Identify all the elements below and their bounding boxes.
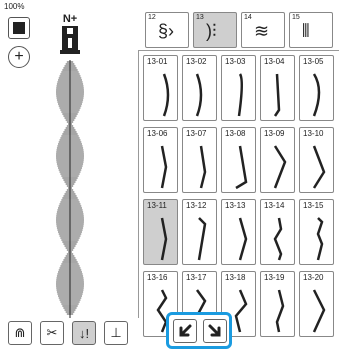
scroll-down-left-button[interactable] xyxy=(173,319,197,343)
pattern-cell-13-13[interactable]: 13-13 xyxy=(221,199,256,265)
pattern-cell-13-15[interactable]: 13-15 xyxy=(299,199,334,265)
pattern-cell-13-05[interactable]: 13-05 xyxy=(299,55,334,121)
pattern-cell-13-10[interactable]: 13-10 xyxy=(299,127,334,193)
thread-color-button[interactable] xyxy=(8,17,30,39)
pattern-code: 13-11 xyxy=(147,201,167,210)
tab-12[interactable]: 12 §› xyxy=(145,12,189,48)
pattern-code: 13-18 xyxy=(225,273,246,282)
pattern-category-tabs: 12 §› 13 )⫶ 14 ≋ 15 ⫴ xyxy=(141,12,339,50)
stitch-pattern-icon xyxy=(235,145,248,190)
stitch-pattern-icon xyxy=(273,217,283,261)
stitch-pattern-icon xyxy=(160,145,168,189)
color-swatch-icon xyxy=(13,22,25,34)
pattern-code: 13-09 xyxy=(264,129,285,138)
stitch-pattern-icon xyxy=(312,73,321,117)
presser-foot-icon: N+ xyxy=(57,12,83,58)
stitch-pattern-icon xyxy=(162,73,170,117)
stitch-pattern-icon xyxy=(237,73,243,117)
reverse-button[interactable]: ⋒ xyxy=(8,321,32,345)
stitch-pattern-icon xyxy=(275,289,285,333)
pattern-code: 13-20 xyxy=(303,273,324,282)
foot-label: N+ xyxy=(63,13,77,25)
pattern-cell-13-02[interactable]: 13-02 xyxy=(182,55,217,121)
pattern-code: 13-13 xyxy=(225,201,246,210)
pattern-code: 13-17 xyxy=(186,273,207,282)
pattern-code: 13-10 xyxy=(303,129,324,138)
pattern-code: 13-14 xyxy=(264,201,285,210)
pattern-code: 13-06 xyxy=(147,129,168,138)
tab-pattern-icon: ≋ xyxy=(254,21,270,41)
twin-needle-button[interactable]: ⊥ xyxy=(104,321,128,345)
pattern-grid: 13-01 13-02 13-03 13-04 13-05 13-06 13-07 13-08… xyxy=(138,50,339,337)
zoom-in-button[interactable]: + xyxy=(8,46,30,68)
pattern-cell-13-09[interactable]: 13-09 xyxy=(260,127,295,193)
pattern-code: 13-05 xyxy=(303,57,324,66)
tab-number: 14 xyxy=(244,14,252,21)
pattern-code: 13-15 xyxy=(303,201,324,210)
tab-number: 15 xyxy=(292,14,300,21)
tab-13[interactable]: 13 )⫶ xyxy=(193,12,237,48)
stitch-pattern-icon xyxy=(312,145,326,189)
scroll-down-right-button[interactable] xyxy=(203,319,227,343)
tab-pattern-icon: §› xyxy=(158,21,175,41)
pattern-cell-13-03[interactable]: 13-03 xyxy=(221,55,256,121)
pattern-cell-13-01[interactable]: 13-01 xyxy=(143,55,178,121)
pattern-cell-13-04[interactable]: 13-04 xyxy=(260,55,295,121)
pattern-cell-13-19[interactable]: 13-19 xyxy=(260,271,295,337)
tab-number: 13 xyxy=(196,14,204,21)
tab-14[interactable]: 14 ≋ xyxy=(241,12,285,48)
stitch-pattern-icon xyxy=(199,145,207,189)
tab-number: 12 xyxy=(148,14,156,21)
stitch-pattern-icon xyxy=(238,217,248,261)
pattern-cell-13-06[interactable]: 13-06 xyxy=(143,127,178,193)
stitch-preview xyxy=(56,60,84,318)
pattern-code: 13-08 xyxy=(225,129,246,138)
pattern-cell-13-11[interactable]: 13-11 xyxy=(143,199,178,265)
stitch-pattern-icon xyxy=(160,217,168,261)
tab-pattern-icon: )⫶ xyxy=(206,21,217,41)
stitch-pattern-icon xyxy=(312,289,326,333)
scissors-button[interactable]: ✂ xyxy=(40,321,64,345)
pattern-code: 13-03 xyxy=(225,57,246,66)
pattern-code: 13-01 xyxy=(147,57,168,66)
pattern-code: 13-19 xyxy=(264,273,285,282)
pattern-cell-13-20[interactable]: 13-20 xyxy=(299,271,334,337)
stitch-pattern-icon xyxy=(197,217,207,261)
zoom-level: 100% xyxy=(4,2,25,11)
pattern-code: 13-16 xyxy=(147,273,168,282)
arrow-down-right-icon xyxy=(208,324,221,337)
pattern-code: 13-07 xyxy=(186,129,207,138)
tab-15[interactable]: 15 ⫴ xyxy=(289,12,333,48)
pattern-cell-13-08[interactable]: 13-08 xyxy=(221,127,256,193)
arrow-down-left-icon xyxy=(179,324,192,337)
stitch-pattern-icon xyxy=(316,217,324,261)
pattern-cell-13-07[interactable]: 13-07 xyxy=(182,127,217,193)
pattern-code: 13-12 xyxy=(186,201,207,210)
stitch-pattern-icon xyxy=(195,73,203,117)
pattern-cell-13-14[interactable]: 13-14 xyxy=(260,199,295,265)
tab-pattern-icon: ⫴ xyxy=(302,21,310,41)
scroll-arrow-group xyxy=(166,312,232,349)
pattern-code: 13-04 xyxy=(264,57,285,66)
pattern-cell-13-12[interactable]: 13-12 xyxy=(182,199,217,265)
pattern-code: 13-02 xyxy=(186,57,207,66)
stitch-pattern-icon xyxy=(273,73,281,117)
stitch-pattern-icon xyxy=(273,145,287,189)
needle-position-button[interactable]: ↓! xyxy=(72,321,96,345)
